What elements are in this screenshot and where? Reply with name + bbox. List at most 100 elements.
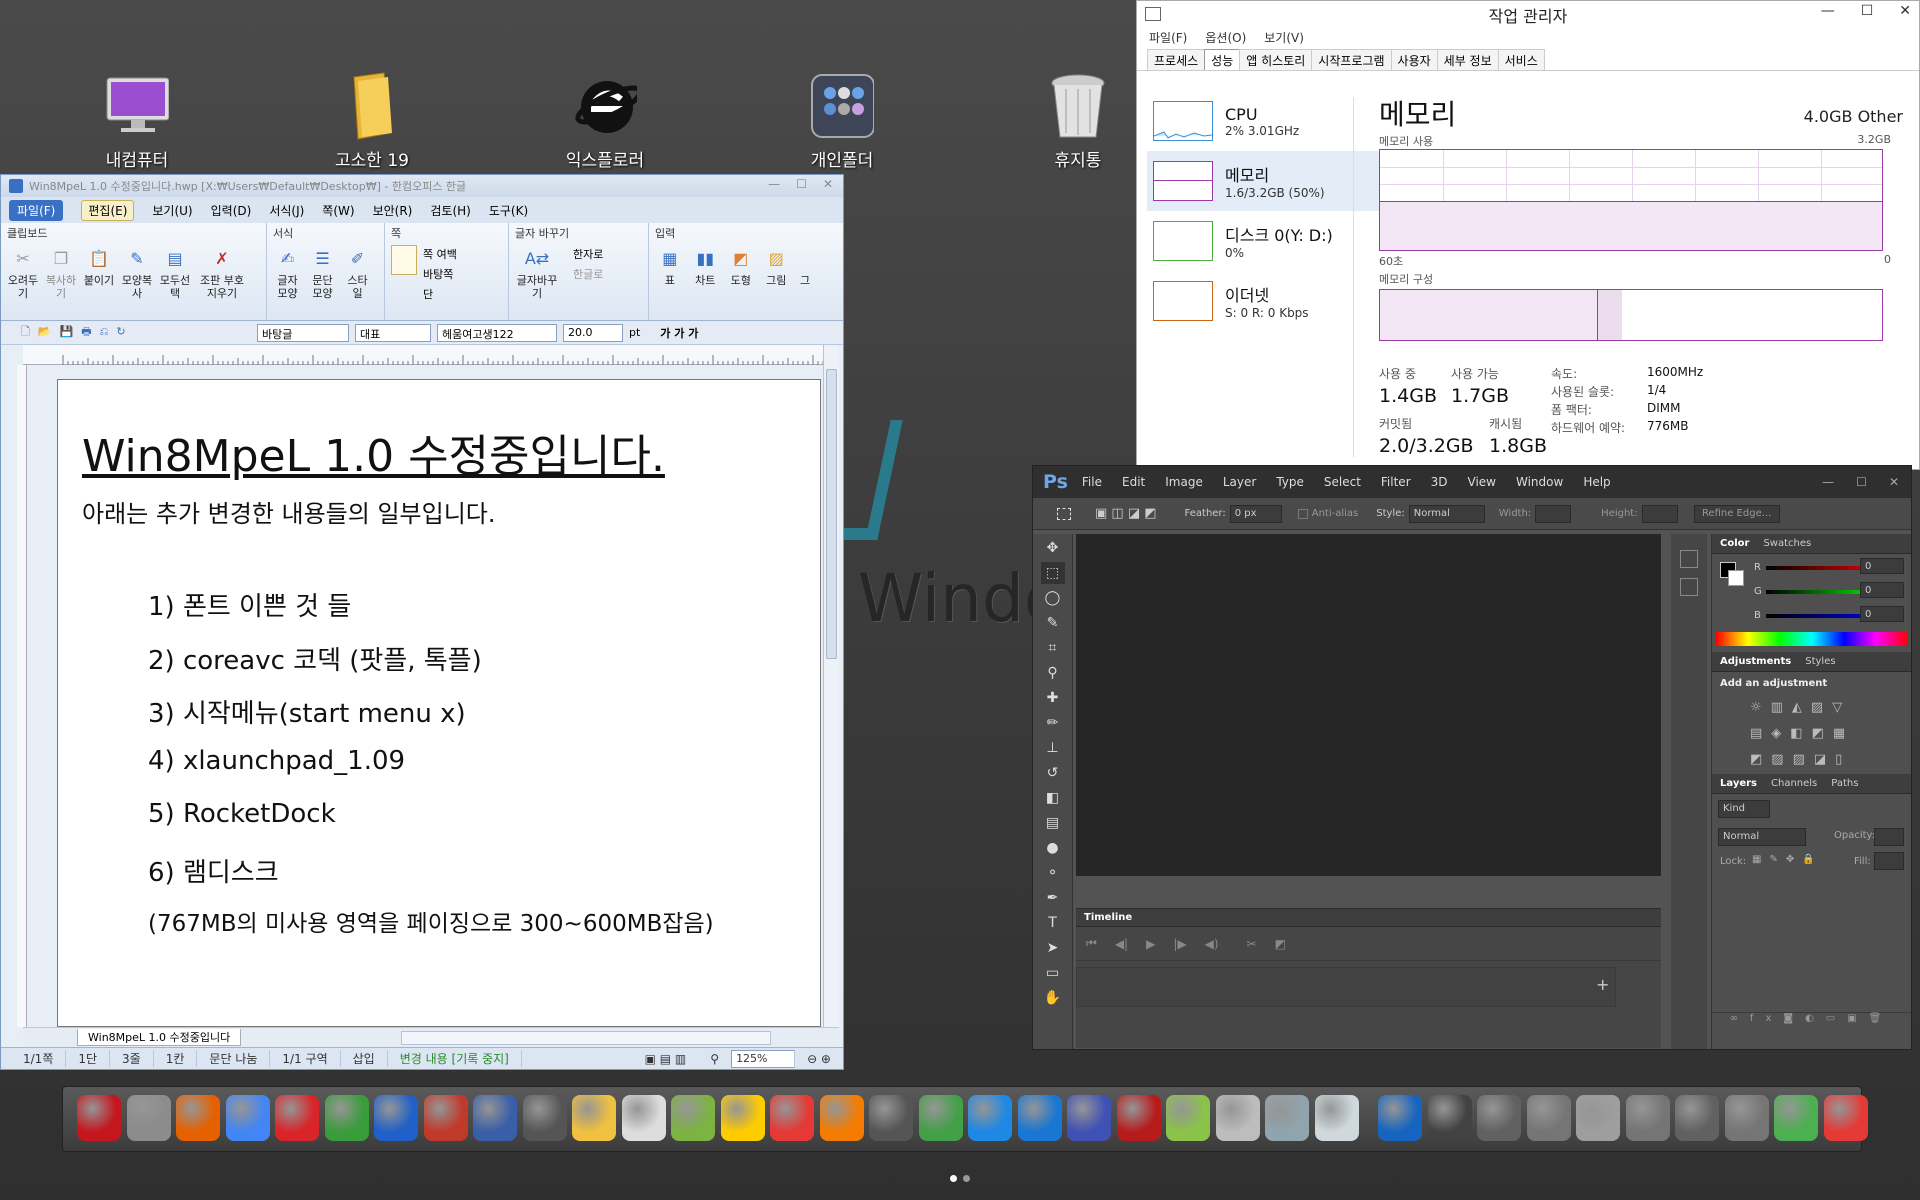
change-char-button[interactable]: A⇄ 글자바꾸기 <box>515 245 559 300</box>
doc-tab[interactable]: Win8MpeL 1.0 수정중입니다 <box>77 1029 242 1046</box>
blend-mode-select[interactable]: Normal <box>1718 828 1806 846</box>
para-shape-button[interactable]: ☰ 문단모양 <box>308 245 337 300</box>
add-track-button[interactable]: + <box>1596 975 1609 994</box>
menu-window[interactable]: Window <box>1516 475 1563 489</box>
menu-help[interactable]: Help <box>1583 475 1610 489</box>
font-select[interactable]: 헤움여고생122 <box>437 323 557 342</box>
dock-app-icon[interactable] <box>1477 1095 1521 1141</box>
layer-footer-icons[interactable]: ∞fx◙◐▭▣🗑 <box>1712 1012 1911 1032</box>
history-brush-icon[interactable]: ↺ <box>1041 762 1065 784</box>
desktop-icon-my-computer[interactable]: 내컴퓨터 <box>62 70 212 171</box>
menu-options[interactable]: 옵션(O) <box>1205 29 1246 49</box>
move-tool-icon[interactable]: ✥ <box>1041 537 1065 559</box>
menu-select[interactable]: Select <box>1324 475 1361 489</box>
menu-security[interactable]: 보안(R) <box>373 202 413 219</box>
dock-app-icon[interactable] <box>1017 1095 1062 1141</box>
pen-tool-icon[interactable]: ✒ <box>1041 887 1065 909</box>
menu-type[interactable]: Type <box>1276 475 1304 489</box>
tab-performance[interactable]: 성능 <box>1204 49 1241 70</box>
desktop-icon-personal-folder[interactable]: 개인폴더 <box>767 70 917 171</box>
menu-file[interactable]: 파일(F) <box>9 199 64 221</box>
char-shape-button[interactable]: ✍ 글자모양 <box>273 245 302 300</box>
dock-app-icon[interactable] <box>720 1095 765 1141</box>
dock-app-icon[interactable] <box>1526 1095 1571 1141</box>
lasso-tool-icon[interactable]: ◯ <box>1041 587 1065 609</box>
dock-app-icon[interactable] <box>522 1095 567 1141</box>
dock-app-icon[interactable] <box>1724 1095 1769 1141</box>
desktop-icon-recycle-bin[interactable]: 휴지통 <box>1003 70 1153 171</box>
lock-icons[interactable]: ▦✎✥🔒 <box>1752 854 1823 865</box>
language-select[interactable]: 대표 <box>355 323 431 342</box>
cut-button[interactable]: ✂ 오려두기 <box>7 245 39 300</box>
dock-app-icon[interactable] <box>572 1095 616 1141</box>
menu-3d[interactable]: 3D <box>1431 475 1448 489</box>
feather-input[interactable]: 0 px <box>1229 504 1282 523</box>
dock-app-icon[interactable] <box>1427 1095 1472 1141</box>
tab-styles[interactable]: Styles <box>1805 656 1835 667</box>
tab-users[interactable]: 사용자 <box>1390 49 1438 70</box>
zoom-buttons[interactable]: ⊖ ⊕ <box>795 1052 843 1066</box>
scroll-thumb[interactable] <box>826 369 837 659</box>
zoom-select[interactable]: 125% <box>731 1049 796 1068</box>
picture-button[interactable]: ▨ 그림 <box>762 245 792 287</box>
dock-app-icon[interactable] <box>77 1095 121 1141</box>
crop-tool-icon[interactable]: ⌗ <box>1041 637 1065 659</box>
menu-edit[interactable]: Edit <box>1122 475 1145 489</box>
dock-app-icon[interactable] <box>176 1095 220 1141</box>
tab-color[interactable]: Color <box>1720 538 1749 549</box>
dock-app-icon[interactable] <box>621 1095 666 1141</box>
dock-app-icon[interactable] <box>275 1095 319 1141</box>
font-style-buttons[interactable]: 가 가 가 <box>660 325 698 341</box>
opacity-input[interactable] <box>1874 828 1904 846</box>
antialias-checkbox[interactable] <box>1297 508 1308 519</box>
horizontal-scrollbar[interactable] <box>401 1030 772 1045</box>
refine-edge-button[interactable]: Refine Edge... <box>1693 504 1780 523</box>
gradient-tool-icon[interactable]: ▤ <box>1041 812 1065 834</box>
dock-app-icon[interactable] <box>1265 1095 1309 1141</box>
master-page-button[interactable]: 바탕쪽 <box>423 265 457 285</box>
page-icon[interactable] <box>391 245 417 275</box>
shape-tool-icon[interactable]: ▭ <box>1041 962 1065 984</box>
width-input[interactable] <box>1535 504 1572 523</box>
maximize-button[interactable]: ☐ <box>1856 475 1867 489</box>
to-hanja-button[interactable]: 한자로 <box>573 245 603 265</box>
desktop-icon-folder[interactable]: 고소한 19 <box>297 70 447 171</box>
blur-tool-icon[interactable]: ● <box>1041 837 1065 859</box>
dock-app-icon[interactable] <box>473 1095 517 1141</box>
tab-layers[interactable]: Layers <box>1720 778 1757 789</box>
timeline-track[interactable] <box>1076 967 1616 1007</box>
dock-app-icon[interactable] <box>1116 1095 1161 1141</box>
tab-adjustments[interactable]: Adjustments <box>1720 656 1791 667</box>
g-value[interactable]: 0 <box>1860 582 1904 598</box>
tab-paths[interactable]: Paths <box>1831 778 1858 789</box>
close-button[interactable]: ✕ <box>1899 3 1911 19</box>
table-button[interactable]: ▦ 표 <box>655 245 685 287</box>
fill-input[interactable] <box>1874 852 1904 870</box>
page-dot[interactable] <box>963 1175 970 1182</box>
menu-page[interactable]: 쪽(W) <box>322 202 354 219</box>
to-hangul-button[interactable]: 한글로 <box>573 265 603 285</box>
marquee-tool-icon[interactable]: ⬚ <box>1040 562 1065 584</box>
dock-app-icon[interactable] <box>1823 1095 1868 1141</box>
close-button[interactable]: ✕ <box>1889 475 1899 489</box>
style-button[interactable]: ✐ 스타일 <box>343 245 372 300</box>
dock-app-icon[interactable] <box>968 1095 1012 1141</box>
menu-file[interactable]: 파일(F) <box>1149 29 1187 49</box>
tab-details[interactable]: 세부 정보 <box>1436 49 1499 70</box>
menu-view[interactable]: 보기(V) <box>1264 29 1304 49</box>
status-insert[interactable]: 삽입 <box>341 1050 388 1067</box>
menu-insert[interactable]: 입력(D) <box>211 202 252 219</box>
timeline-controls[interactable]: ⏮ ◀| ▶ |▶ ◀) ✂ ◩ <box>1076 927 1661 961</box>
columns-button[interactable]: 단 <box>423 285 457 305</box>
view-mode-icons[interactable]: ▣ ▤ ▥ <box>633 1052 699 1066</box>
menu-view[interactable]: 보기(U) <box>152 202 192 219</box>
horizontal-ruler[interactable] <box>23 345 859 365</box>
menu-format[interactable]: 서식(J) <box>269 202 304 219</box>
chart-button[interactable]: ▮▮ 차트 <box>691 245 721 287</box>
dock-app-icon[interactable] <box>1774 1095 1818 1141</box>
style-select[interactable]: 바탕글 <box>257 323 349 342</box>
menu-view[interactable]: View <box>1468 475 1496 489</box>
maximize-button[interactable]: ☐ <box>796 177 807 191</box>
hand-tool-icon[interactable]: ✋ <box>1041 987 1065 1009</box>
tab-processes[interactable]: 프로세스 <box>1147 49 1206 70</box>
